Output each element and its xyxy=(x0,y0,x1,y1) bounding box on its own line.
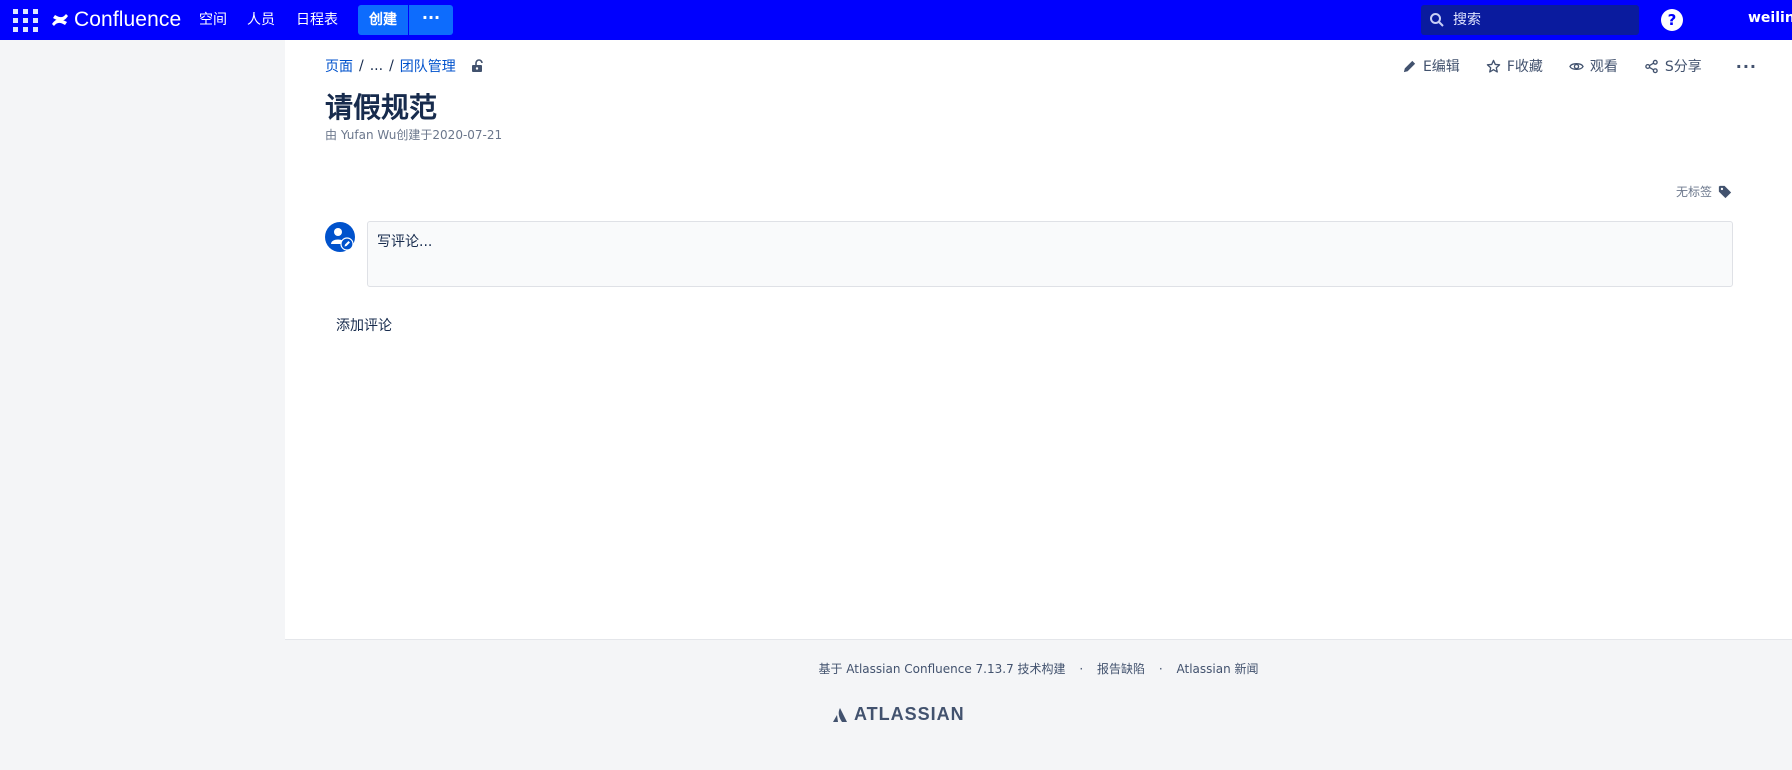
main-content: 页面 / ... / 团队管理 E编辑 F收藏 观看 S分享 ··· 请假规范 … xyxy=(285,40,1792,640)
star-icon xyxy=(1486,59,1501,73)
sidebar xyxy=(0,40,285,770)
top-navigation-bar: Confluence 空间 人员 日程表 创建 ··· ? weiling xyxy=(0,0,1792,40)
nav-people[interactable]: 人员 xyxy=(247,9,275,31)
favorite-label: F收藏 xyxy=(1506,59,1543,75)
share-button[interactable]: S分享 xyxy=(1644,56,1702,76)
favorite-button[interactable]: F收藏 xyxy=(1486,56,1543,76)
atlassian-logo-text: ATLASSIAN xyxy=(854,704,965,724)
comment-input[interactable]: 写评论... xyxy=(367,221,1733,287)
breadcrumb-pages[interactable]: 页面 xyxy=(325,56,353,76)
nav-calendar[interactable]: 日程表 xyxy=(296,9,338,31)
labels-text: 无标签 xyxy=(1675,185,1712,199)
search-box[interactable] xyxy=(1421,5,1639,35)
breadcrumb-team-management[interactable]: 团队管理 xyxy=(400,56,456,76)
labels-section[interactable]: 无标签 xyxy=(1676,183,1732,200)
watch-label: 观看 xyxy=(1589,59,1618,75)
search-icon xyxy=(1430,13,1444,27)
create-more-button[interactable]: ··· xyxy=(409,5,453,35)
footer: 基于 Atlassian Confluence 7.13.7 技术构建 · 报告… xyxy=(285,660,1792,677)
atlassian-icon xyxy=(833,707,847,722)
footer-separator: · xyxy=(1158,662,1163,676)
footer-report-bug[interactable]: 报告缺陷 xyxy=(1097,662,1145,676)
app-name: Confluence xyxy=(74,8,182,31)
share-label: S分享 xyxy=(1664,59,1702,75)
breadcrumb-separator: / xyxy=(359,58,364,74)
edit-button[interactable]: E编辑 xyxy=(1402,56,1460,76)
share-icon xyxy=(1645,59,1658,73)
unlock-icon[interactable] xyxy=(470,59,484,73)
footer-separator: · xyxy=(1079,662,1084,676)
app-switcher-icon[interactable] xyxy=(13,9,39,32)
create-button[interactable]: 创建 xyxy=(358,5,408,35)
breadcrumb-ellipsis[interactable]: ... xyxy=(370,58,383,74)
breadcrumb-separator: / xyxy=(389,58,394,74)
atlassian-logo[interactable]: ATLASSIAN xyxy=(832,704,965,725)
eye-icon xyxy=(1569,62,1584,70)
confluence-logo[interactable]: Confluence xyxy=(50,6,181,34)
tag-icon xyxy=(1718,185,1732,198)
confluence-icon xyxy=(52,14,68,26)
footer-powered-by[interactable]: 基于 Atlassian Confluence 7.13.7 技术构建 xyxy=(818,662,1065,676)
user-menu[interactable]: weiling xyxy=(1748,10,1792,26)
user-avatar xyxy=(325,222,355,252)
help-icon[interactable]: ? xyxy=(1661,9,1683,31)
footer-news[interactable]: Atlassian 新闻 xyxy=(1177,662,1259,676)
search-input[interactable] xyxy=(1453,12,1633,28)
page-byline: 由 Yufan Wu创建于2020-07-21 xyxy=(325,128,503,142)
edit-label: E编辑 xyxy=(1422,59,1460,75)
add-comment-link[interactable]: 添加评论 xyxy=(336,315,392,335)
more-actions-button[interactable]: ··· xyxy=(1736,57,1757,76)
page-title: 请假规范 xyxy=(325,91,438,124)
watch-button[interactable]: 观看 xyxy=(1569,56,1618,76)
nav-spaces[interactable]: 空间 xyxy=(199,9,227,31)
page-actions: E编辑 F收藏 观看 S分享 ··· xyxy=(1402,56,1757,76)
pencil-icon xyxy=(1403,60,1416,72)
breadcrumb: 页面 / ... / 团队管理 xyxy=(325,56,484,76)
